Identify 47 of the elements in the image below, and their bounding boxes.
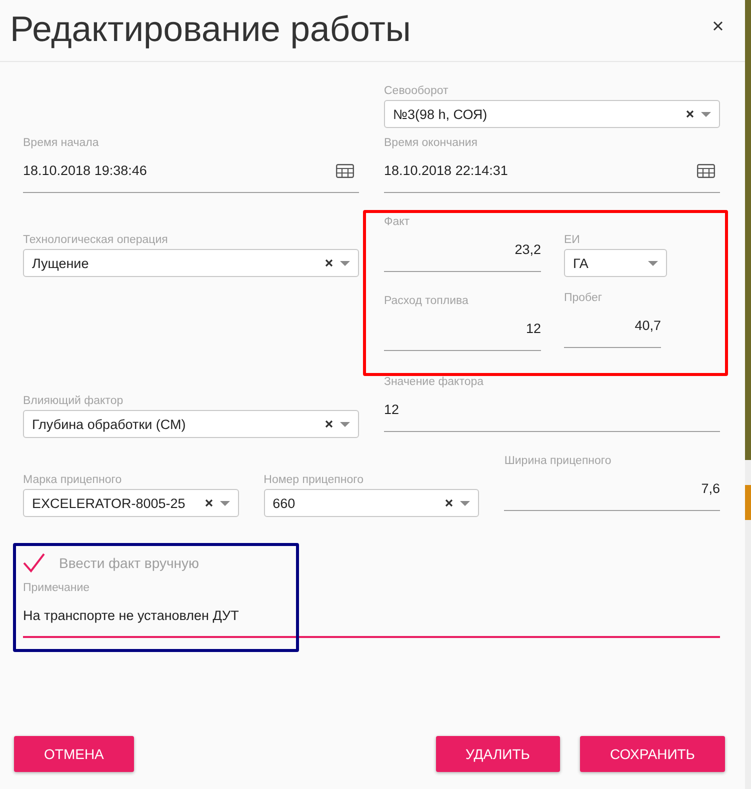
caret-icon (460, 500, 470, 506)
end-time-field[interactable]: 18.10.2018 22:14:31 (384, 150, 720, 193)
field-label: Время окончания (384, 136, 478, 150)
clear-icon[interactable] (325, 259, 333, 267)
field-label: Значение фактора (384, 375, 485, 389)
clear-icon[interactable] (686, 110, 694, 118)
mileage-field[interactable]: 40,7 (564, 305, 661, 348)
calendar-icon[interactable] (336, 164, 354, 178)
dialog-button[interactable]: УДАЛИТЬ (436, 736, 560, 772)
field-label: Влияющий фактор (23, 394, 124, 408)
clear-icon[interactable] (204, 499, 213, 507)
clear-icon[interactable] (325, 420, 333, 428)
unit-select[interactable]: ГА (564, 249, 667, 277)
caret-icon (701, 112, 711, 116)
field-label: Ширина прицепного (504, 454, 612, 468)
field-label: Примечание (23, 581, 91, 595)
field-label: Номер прицепного (264, 473, 364, 487)
field-label: Технологическая операция (23, 233, 169, 247)
trailer-number-select[interactable]: 660 (264, 489, 480, 517)
field-label: Время начала (23, 136, 100, 150)
field-label: Пробег (564, 291, 604, 305)
trailer-brand-select[interactable]: EXCELERATOR-8005-25 (23, 489, 239, 517)
operation-select[interactable]: Лущение (23, 249, 359, 277)
checkmark-icon[interactable] (23, 553, 45, 573)
factor-value-field[interactable]: 12 (384, 389, 720, 432)
field-label: Марка прицепного (23, 473, 123, 487)
field-label: Расход топлива (384, 294, 470, 308)
fact-field[interactable]: 23,2 (384, 229, 541, 272)
dialog-title: Редактирование работы (10, 8, 411, 50)
caret-icon (220, 500, 230, 506)
note-field[interactable]: На транспорте не установлен ДУТ (23, 595, 720, 638)
crop-rotation-select[interactable]: №3(98 h, СОЯ) (384, 100, 720, 128)
dialog-button[interactable]: СОХРАНИТЬ (580, 736, 725, 772)
caret-icon (340, 260, 350, 266)
field-label: Факт (384, 215, 411, 229)
start-time-field[interactable]: 18.10.2018 19:38:46 (23, 150, 359, 193)
trailer-width-field[interactable]: 7,6 (504, 468, 720, 511)
field-label: ЕИ (564, 233, 581, 247)
caret-icon (648, 260, 658, 266)
field-label: Севооборот (384, 84, 450, 98)
caret-icon (340, 422, 350, 426)
fuel-consumption-field[interactable]: 12 (384, 308, 541, 351)
calendar-icon[interactable] (697, 164, 715, 178)
clear-icon[interactable] (445, 499, 454, 507)
close-icon[interactable] (713, 20, 723, 30)
dialog-button[interactable]: ОТМЕНА (14, 736, 134, 772)
factor-select[interactable]: Глубина обработки (СМ) (23, 410, 359, 438)
